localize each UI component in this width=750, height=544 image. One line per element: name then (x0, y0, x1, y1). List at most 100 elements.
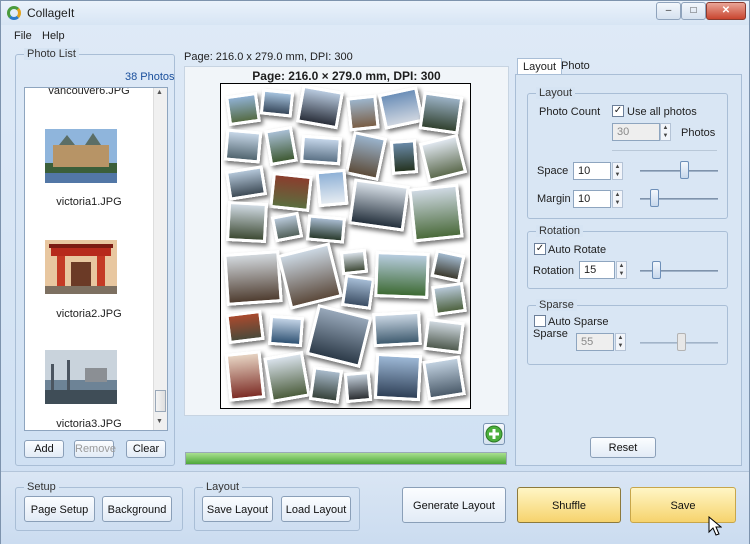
collage-photo (340, 274, 376, 310)
progress-fill (186, 453, 506, 464)
collage-photo (225, 309, 265, 345)
margin-slider-thumb[interactable] (649, 189, 659, 207)
maximize-button[interactable]: □ (681, 2, 706, 20)
progress-bar (185, 452, 507, 465)
photo-listbox[interactable]: vancouver6.JPG victoria1.JPG victoria2.J… (24, 87, 168, 431)
tab-photo[interactable]: Photo (556, 58, 595, 75)
victoria1-thumbnail[interactable] (45, 129, 117, 183)
shuffle-button[interactable]: Shuffle (517, 487, 621, 523)
rotation-spinner[interactable]: ▲ ▼ (616, 261, 627, 279)
space-input[interactable]: 10 (573, 162, 611, 180)
add-button[interactable]: Add (24, 440, 64, 458)
background-button[interactable]: Background (102, 496, 172, 522)
list-item-caption[interactable]: victoria3.JPG (25, 418, 153, 430)
collage-photo (267, 314, 305, 348)
collage-photo (269, 172, 313, 212)
sparse-spinner[interactable]: ▲ ▼ (615, 333, 626, 351)
layout-file-group-title: Layout (203, 481, 243, 493)
app-logo-icon (7, 6, 21, 20)
collage-photo (224, 350, 266, 402)
collage-photo (300, 134, 342, 166)
photo-count-spinner[interactable]: ▲ ▼ (660, 123, 671, 141)
collage-photo (408, 183, 464, 243)
auto-sparse-label: Auto Sparse (548, 316, 609, 328)
collage-photo (430, 249, 466, 283)
collage-photo (270, 211, 304, 243)
list-item-caption[interactable]: victoria2.JPG (25, 308, 153, 320)
space-slider-track[interactable] (640, 170, 718, 172)
use-all-photos-label: Use all photos (627, 106, 697, 118)
menu-help[interactable]: Help (42, 30, 65, 42)
collage-photo (348, 178, 410, 232)
space-slider-thumb[interactable] (680, 161, 690, 179)
use-all-photos-checkbox[interactable]: ✓ (612, 105, 624, 117)
rotation-group: Rotation (527, 225, 728, 289)
rotation-slider-thumb[interactable] (651, 261, 661, 279)
list-item-caption[interactable]: vancouver6.JPG (25, 88, 153, 97)
list-scrollbar[interactable]: ▲ ▼ (153, 88, 167, 430)
load-layout-button[interactable]: Load Layout (281, 496, 351, 522)
collage-photo (277, 242, 343, 310)
mouse-cursor-icon (708, 516, 722, 536)
collage-photo (305, 214, 347, 244)
margin-spinner[interactable]: ▲ ▼ (612, 190, 623, 208)
auto-rotate-checkbox[interactable]: ✓ (534, 243, 546, 255)
space-spinner[interactable]: ▲ ▼ (612, 162, 623, 180)
collage-photo (315, 168, 349, 208)
auto-rotate-label: Auto Rotate (548, 244, 607, 256)
sparse-slider-thumb[interactable] (676, 333, 686, 351)
close-button[interactable]: ✕ (706, 2, 746, 20)
photo-count-label: Photo Count (539, 106, 601, 118)
collage-photo (223, 250, 283, 306)
collage-photo (431, 281, 467, 317)
scroll-up-icon[interactable]: ▲ (156, 89, 163, 96)
clear-button[interactable]: Clear (126, 440, 166, 458)
list-item-caption[interactable]: victoria1.JPG (25, 196, 153, 208)
rotation-input[interactable]: 15 (579, 261, 615, 279)
collage-photo (346, 94, 380, 132)
collage-photo (264, 125, 298, 167)
collage-photo (263, 350, 311, 404)
scroll-down-icon[interactable]: ▼ (156, 418, 163, 425)
space-label: Space (537, 165, 569, 177)
window-title: CollageIt (27, 6, 75, 20)
collage-photo (259, 88, 295, 118)
collage-photo (372, 310, 422, 348)
collage-photo (225, 91, 261, 127)
layout-tab-panel: Layout Photo Count ✓ Use all photos 30 ▲… (515, 74, 742, 466)
collage-photo (224, 165, 268, 201)
title-bar: CollageIt – □ ✕ (1, 1, 749, 25)
layout-group-title: Layout (536, 87, 576, 99)
collage-photo (308, 366, 344, 404)
photo-count-label: 38 Photos (125, 71, 175, 83)
reset-button[interactable]: Reset (590, 437, 656, 458)
menu-file[interactable]: File (14, 30, 32, 42)
page-setup-button[interactable]: Page Setup (24, 496, 95, 522)
generate-layout-button[interactable]: Generate Layout (402, 487, 506, 523)
margin-label: Margin (537, 193, 571, 205)
collage-photo (374, 251, 430, 299)
scroll-thumb[interactable] (155, 390, 166, 412)
plus-circle-icon (485, 425, 503, 443)
rotation-label: Rotation (533, 265, 574, 277)
collage-photo (423, 317, 465, 355)
victoria2-thumbnail[interactable] (45, 240, 117, 294)
collage-photo (344, 130, 388, 182)
victoria3-thumbnail[interactable] (45, 350, 117, 404)
collage-photo (223, 128, 263, 164)
collage-photo (418, 133, 468, 183)
add-photo-button[interactable] (483, 423, 505, 445)
photo-count-input[interactable]: 30 (612, 123, 660, 141)
photo-list-title: Photo List (24, 48, 79, 60)
remove-button[interactable]: Remove (74, 440, 116, 458)
auto-sparse-checkbox[interactable] (534, 315, 546, 327)
page-info-label: Page: 216.0 x 279.0 mm, DPI: 300 (184, 51, 353, 63)
collage-canvas[interactable] (220, 83, 471, 409)
setup-group-title: Setup (24, 481, 59, 493)
collage-photo (339, 248, 369, 276)
sparse-input[interactable]: 55 (576, 333, 614, 351)
save-layout-button[interactable]: Save Layout (202, 496, 273, 522)
rotation-group-title: Rotation (536, 225, 583, 237)
margin-input[interactable]: 10 (573, 190, 611, 208)
minimize-button[interactable]: – (656, 2, 681, 20)
